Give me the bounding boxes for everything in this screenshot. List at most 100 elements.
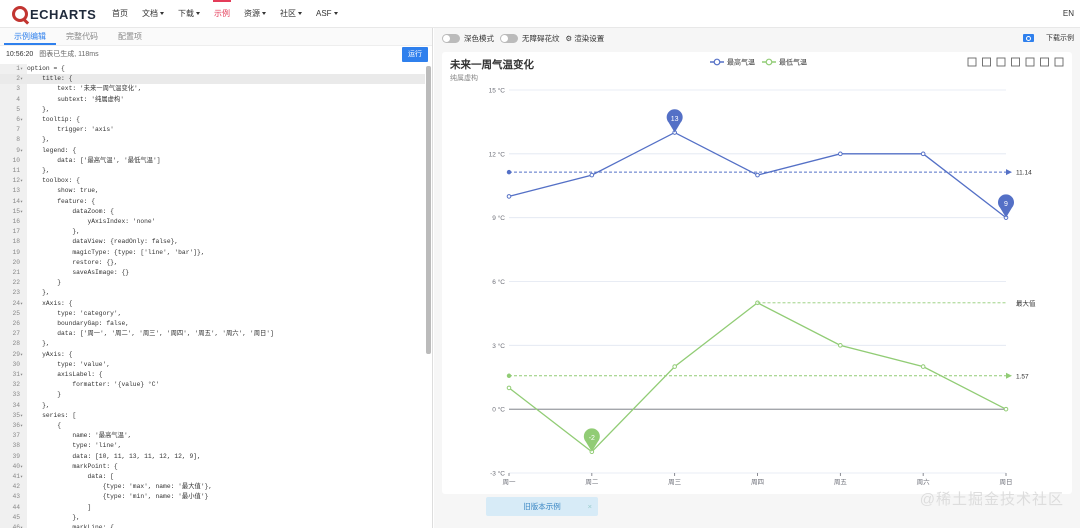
fold-arrow-icon[interactable]: ▾ xyxy=(20,64,27,74)
code-line[interactable]: 37 name: '最高气温', xyxy=(0,431,425,441)
fold-arrow-icon[interactable]: ▾ xyxy=(20,462,27,472)
code-line[interactable]: 45 }, xyxy=(0,513,425,523)
code-line[interactable]: 1▾ option = { xyxy=(0,64,425,74)
fold-arrow-icon[interactable]: ▾ xyxy=(20,197,27,207)
nav-item-2[interactable]: 下载 xyxy=(171,0,207,28)
code-line[interactable]: 16 yAxisIndex: 'none' xyxy=(0,217,425,227)
code-line[interactable]: 27 data: ['周一', '周二', '周三', '周四', '周五', … xyxy=(0,329,425,339)
data-point xyxy=(838,343,843,348)
code-line[interactable]: 33 } xyxy=(0,390,425,400)
code-line[interactable]: 31▾ axisLabel: { xyxy=(0,370,425,380)
code-line[interactable]: 14▾ feature: { xyxy=(0,197,425,207)
editor-scrollbar[interactable] xyxy=(426,66,431,354)
save-image-icon[interactable] xyxy=(1054,57,1064,67)
code-line[interactable]: 23 }, xyxy=(0,288,425,298)
status-bar: 10:56:20 图表已生成, 118ms 运行 xyxy=(0,46,432,64)
code-text: }, xyxy=(27,289,50,297)
fold-arrow-icon[interactable]: ▾ xyxy=(20,74,27,84)
restore-icon[interactable] xyxy=(1040,57,1049,67)
nav-item-3[interactable]: 示例 xyxy=(207,0,237,28)
code-line[interactable]: 28 }, xyxy=(0,339,425,349)
code-text: { xyxy=(27,422,62,429)
code-line[interactable]: 32 formatter: '{value} °C' xyxy=(0,380,425,390)
download-example-button[interactable]: 下载示例 xyxy=(1046,33,1074,43)
code-line[interactable]: 20 restore: {}, xyxy=(0,258,425,268)
code-line[interactable]: 46▾ markLine: { xyxy=(0,523,425,528)
code-line[interactable]: 15▾ dataZoom: { xyxy=(0,207,425,217)
fold-arrow-icon[interactable]: ▾ xyxy=(20,411,27,421)
old-example-label[interactable]: 旧版本示例 xyxy=(523,502,561,511)
data-view-icon[interactable] xyxy=(996,57,1006,67)
code-line[interactable]: 40▾ markPoint: { xyxy=(0,462,425,472)
code-line[interactable]: 44 ] xyxy=(0,503,425,513)
code-line[interactable]: 21 saveAsImage: {} xyxy=(0,268,425,278)
code-line[interactable]: 8 }, xyxy=(0,135,425,145)
code-line[interactable]: 29▾ yAxis: { xyxy=(0,350,425,360)
code-line[interactable]: 18 dataView: {readOnly: false}, xyxy=(0,237,425,247)
tab-options[interactable]: 配置项 xyxy=(108,28,152,45)
tab-example-edit[interactable]: 示例编辑 xyxy=(4,28,56,45)
code-line[interactable]: 6▾ tooltip: { xyxy=(0,115,425,125)
gear-icon[interactable]: ⚙ xyxy=(566,34,573,43)
code-line[interactable]: 24▾ xAxis: { xyxy=(0,299,425,309)
line-type-icon[interactable] xyxy=(1011,57,1020,67)
code-line[interactable]: 43 {type: 'min', name: '最小值'} xyxy=(0,492,425,502)
code-line[interactable]: 13 show: true, xyxy=(0,186,425,196)
old-example-banner[interactable]: 旧版本示例 × xyxy=(486,497,598,516)
fold-arrow-icon[interactable]: ▾ xyxy=(20,207,27,217)
render-settings-button[interactable]: 渲染设置 xyxy=(574,33,604,44)
code-line[interactable]: 17 }, xyxy=(0,227,425,237)
code-line[interactable]: 34 }, xyxy=(0,401,425,411)
mark-point-label: -2 xyxy=(589,435,595,442)
tab-full-code[interactable]: 完整代码 xyxy=(56,28,108,45)
dark-mode-toggle[interactable] xyxy=(442,33,460,43)
echarts-logo[interactable]: ECHARTS xyxy=(12,5,96,23)
code-line[interactable]: 9▾ legend: { xyxy=(0,146,425,156)
fold-arrow-icon[interactable]: ▾ xyxy=(20,350,27,360)
code-line[interactable]: 2▾ title: { xyxy=(0,74,425,85)
code-line[interactable]: 3 text: '未来一周气温变化', xyxy=(0,84,425,94)
decal-toggle[interactable] xyxy=(500,33,518,43)
nav-item-1[interactable]: 文档 xyxy=(135,0,171,28)
code-line[interactable]: 11 }, xyxy=(0,166,425,176)
code-line[interactable]: 10 data: ['最高气温', '最低气温'] xyxy=(0,156,425,166)
code-line[interactable]: 36▾ { xyxy=(0,421,425,431)
code-line[interactable]: 42 {type: 'max', name: '最大值'}, xyxy=(0,482,425,492)
run-button[interactable]: 运行 xyxy=(402,47,428,62)
code-line[interactable]: 19 magicType: {type: ['line', 'bar']}, xyxy=(0,248,425,258)
code-line[interactable]: 4 subtext: '纯属虚构' xyxy=(0,95,425,105)
zoom-icon[interactable] xyxy=(967,57,977,67)
nav-item-6[interactable]: ASF xyxy=(309,0,345,28)
code-line[interactable]: 25 type: 'category', xyxy=(0,309,425,319)
code-line[interactable]: 22 } xyxy=(0,278,425,288)
code-editor[interactable]: 1▾ option = {2▾ title: {3 text: '未来一周气温变化… xyxy=(0,64,433,528)
editor-tabs: 示例编辑 完整代码 配置项 xyxy=(0,28,432,46)
nav-item-5[interactable]: 社区 xyxy=(273,0,309,28)
fold-arrow-icon[interactable]: ▾ xyxy=(20,146,27,156)
fold-arrow-icon[interactable]: ▾ xyxy=(20,421,27,431)
code-line[interactable]: 38 type: 'line', xyxy=(0,441,425,451)
close-icon[interactable]: × xyxy=(588,497,592,516)
code-line[interactable]: 12▾ toolbox: { xyxy=(0,176,425,186)
code-line[interactable]: 39 data: [10, 11, 13, 11, 12, 12, 9], xyxy=(0,452,425,462)
fold-arrow-icon[interactable]: ▾ xyxy=(20,523,27,528)
zoom-reset-icon[interactable] xyxy=(982,57,991,67)
code-line[interactable]: 26 boundaryGap: false, xyxy=(0,319,425,329)
fold-arrow-icon[interactable]: ▾ xyxy=(20,370,27,380)
fold-arrow-icon[interactable]: ▾ xyxy=(20,472,27,482)
code-line[interactable]: 7 trigger: 'axis' xyxy=(0,125,425,135)
code-line[interactable]: 35▾ series: [ xyxy=(0,411,425,421)
nav-item-4[interactable]: 资源 xyxy=(237,0,273,28)
y-tick-label: 12 °C xyxy=(489,150,506,158)
fold-arrow-icon[interactable]: ▾ xyxy=(20,176,27,186)
bar-type-icon[interactable] xyxy=(1025,57,1035,67)
language-switch[interactable]: EN xyxy=(1063,0,1074,28)
fold-arrow-icon[interactable]: ▾ xyxy=(20,115,27,125)
code-line[interactable]: 5 }, xyxy=(0,105,425,115)
nav-item-0[interactable]: 首页 xyxy=(105,0,135,28)
code-line[interactable]: 30 type: 'value', xyxy=(0,360,425,370)
camera-icon[interactable] xyxy=(1023,34,1034,42)
fold-arrow-icon[interactable]: ▾ xyxy=(20,299,27,309)
code-line[interactable]: 41▾ data: [ xyxy=(0,472,425,482)
line-chart[interactable]: 未来一周气温变化纯属虚构 -3 °C 0 °C 3 °C 6 °C 9 °C 12 °C 15… xyxy=(442,52,1072,494)
